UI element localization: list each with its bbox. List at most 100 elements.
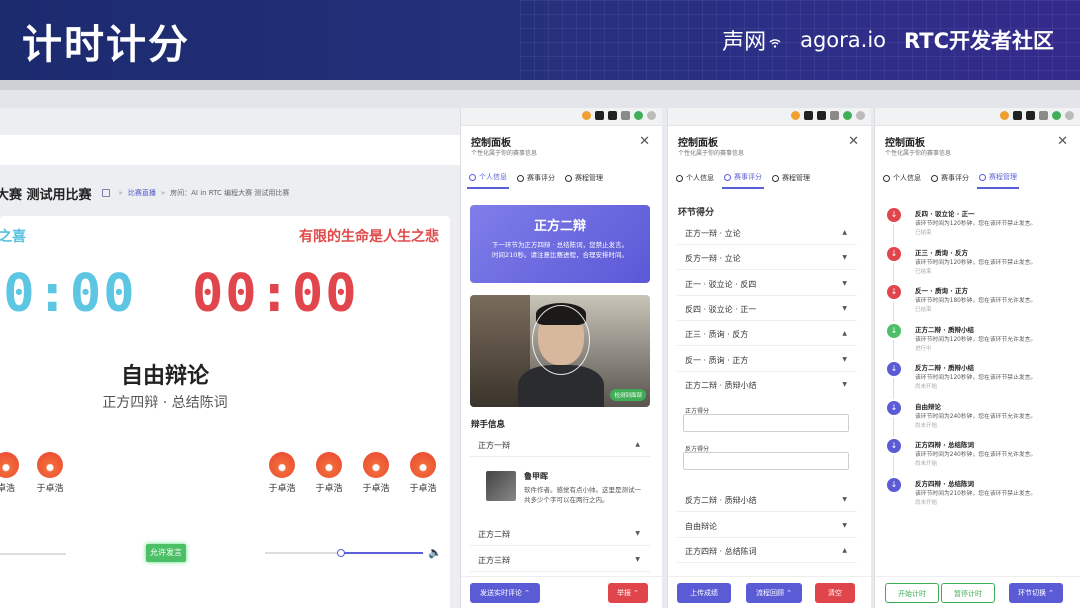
document-icon [931, 174, 938, 182]
timeline-status: 已结束 [915, 268, 932, 275]
volume-slider[interactable] [265, 549, 423, 557]
tab-scoring[interactable]: 赛事评分 [929, 168, 971, 189]
arrow-down-icon: ↓ [887, 439, 901, 453]
extension-icon[interactable] [634, 111, 643, 120]
avatar-icon [316, 452, 342, 478]
volume-icon[interactable]: 🔈 [428, 546, 442, 559]
report-button[interactable]: 举报 ⌃ [608, 583, 648, 603]
pause-timer-button[interactable]: 暂停计时 [941, 583, 995, 603]
profile-icon[interactable] [1065, 111, 1074, 120]
debater-accordion[interactable]: 正方二辩 ▼ [470, 522, 650, 546]
stage-row[interactable]: 正方一辩 · 立论 ▲ [677, 221, 857, 245]
extension-icon[interactable] [608, 111, 617, 120]
role-card: 正方二辩 下一环节为正方四辩 · 总结陈词，您禁止发言。时间210秒。请注意比赛… [470, 205, 650, 283]
timeline-item[interactable]: ↓ 自由辩论 该环节时间为240秒钟，您在该环节允许发言。 尚未开始 [887, 400, 1073, 439]
extension-icon[interactable] [843, 111, 852, 120]
timeline-connector [893, 224, 894, 245]
extension-icon[interactable] [830, 111, 839, 120]
close-icon[interactable]: ✕ [639, 134, 650, 149]
switch-stage-button[interactable]: 环节切换 ⌃ [1009, 583, 1063, 603]
breadcrumb: 大赛 测试用比赛 » 比赛直播 » 房间：AI in RTC 编程大赛 测试用比… [0, 178, 460, 208]
timeline-item[interactable]: ↓ 反四 · 驳立论 · 正一 该环节时间为120秒钟，您在该环节禁止发言。 已结束 [887, 208, 1073, 246]
chevron-up-icon: ▲ [842, 330, 847, 337]
tab-profile[interactable]: 个人信息 [881, 168, 923, 189]
close-icon[interactable]: ✕ [1057, 134, 1068, 149]
timeline-item[interactable]: ↓ 正方四辩 · 总结陈词 该环节时间为240秒钟，您在该环节允许发言。 尚未开始 [887, 439, 1073, 477]
timeline-status: 进行中 [915, 345, 932, 352]
stage-row[interactable]: 反一 · 质询 · 正方 ▼ [677, 348, 857, 372]
panel-tabs: 个人信息 赛事评分 赛程管理 [467, 168, 605, 189]
timeline-title: 自由辩论 [915, 402, 941, 411]
control-panel-profile: 控制面板 个性化属于你的赛事信息 ✕ 个人信息 赛事评分 赛程管理 正方二辩 下… [460, 108, 662, 608]
start-timer-button[interactable]: 开始计时 [885, 583, 939, 603]
tab-scoring[interactable]: 赛事评分 [722, 168, 764, 189]
tab-scoring[interactable]: 赛事评分 [515, 168, 557, 189]
upload-scores-button[interactable]: 上传成绩 [677, 583, 731, 603]
timeline-item[interactable]: ↓ 反一 · 质询 · 正方 该环节时间为180秒钟，您在该环节允许发言。 已结束 [887, 285, 1073, 323]
debater-accordion[interactable]: 正方三辩 ▼ [470, 548, 650, 572]
debater-bio: 软件作者。感觉有点小帅。这里是测试一共多少个字可以在两行之内。 [524, 486, 641, 504]
extension-icon[interactable] [1013, 111, 1022, 120]
timeline-item[interactable]: ↓ 正方二辩 · 质辩小结 该环节时间为120秒钟，您在该环节允许发言。 进行中 [887, 323, 1073, 362]
extension-icon[interactable] [582, 111, 591, 120]
flow-review-button[interactable]: 流程回顾 ⌃ [746, 583, 802, 603]
debater-avatar: 于卓浩 [403, 452, 443, 494]
extension-icon[interactable] [1026, 111, 1035, 120]
tab-profile[interactable]: 个人信息 [467, 168, 509, 189]
gear-icon [979, 173, 986, 181]
timer-right: 00:00 [192, 264, 359, 324]
stage-row[interactable]: 正三 · 质询 · 反方 ▲ [677, 322, 857, 346]
stage-row-expanded[interactable]: 正方二辩 · 质辩小结 ▼ [677, 373, 857, 397]
debater-avatar: 于卓浩 [356, 452, 396, 494]
chevron-down-icon: ▼ [635, 556, 640, 563]
timeline-item[interactable]: ↓ 反方二辩 · 质辩小结 该环节时间为120秒钟，您在该环节禁止发言。 尚未开始 [887, 362, 1073, 400]
extension-icon[interactable] [804, 111, 813, 120]
stage-row[interactable]: 反方二辩 · 质辩小结 ▼ [677, 488, 857, 512]
extension-icon[interactable] [1039, 111, 1048, 120]
extension-icon[interactable] [621, 111, 630, 120]
chevron-down-icon: ▼ [842, 305, 847, 312]
volume-knob[interactable] [336, 549, 345, 557]
send-comment-button[interactable]: 发送实时评论 ⌃ [470, 583, 540, 603]
profile-icon[interactable] [647, 111, 656, 120]
role-description: 下一环节为正方四辩 · 总结陈词，您禁止发言。时间210秒。请注意比赛进程，合理… [491, 241, 629, 259]
stage-row[interactable]: 正一 · 驳立论 · 反四 ▼ [677, 272, 857, 296]
extension-icon[interactable] [595, 111, 604, 120]
tab-profile[interactable]: 个人信息 [674, 168, 716, 189]
tab-schedule[interactable]: 赛程管理 [770, 168, 812, 189]
con-score-input[interactable] [683, 452, 849, 470]
tab-schedule[interactable]: 赛程管理 [563, 168, 605, 189]
role-title: 正方二辩 [533, 219, 586, 234]
debater-name: 鲁甲晖 [524, 472, 548, 481]
arrow-down-icon: ↓ [887, 285, 901, 299]
user-icon [883, 174, 890, 182]
stage-row[interactable]: 自由辩论 ▼ [677, 514, 857, 538]
chevron-up-icon: ▲ [842, 547, 847, 554]
pro-score-input[interactable] [683, 414, 849, 432]
phase-subtitle: 正方四辩 · 总结陈词 [102, 395, 228, 411]
extension-icon[interactable] [817, 111, 826, 120]
home-icon[interactable] [101, 189, 110, 197]
main-app: 大赛 测试用比赛 » 比赛直播 » 房间：AI in RTC 编程大赛 测试用比… [0, 108, 460, 608]
timeline-item[interactable]: ↓ 反方四辩 · 总结陈词 该环节时间为210秒钟，您在该环节禁止发言。 尚未开始 [887, 477, 1073, 516]
extension-icon[interactable] [1000, 111, 1009, 120]
tab-schedule[interactable]: 赛程管理 [977, 168, 1019, 189]
timeline-title: 正方二辩 · 质辩小结 [915, 325, 974, 334]
debater-accordion[interactable]: 正方一辩 ▲ [470, 433, 650, 457]
timeline-item[interactable]: ↓ 正三 · 质询 · 反方 该环节时间为120秒钟，您在该环节禁止发言。 已结束 [887, 246, 1073, 285]
stage-row[interactable]: 反四 · 驳立论 · 正一 ▼ [677, 297, 857, 321]
profile-icon[interactable] [856, 111, 865, 120]
extension-icon[interactable] [1052, 111, 1061, 120]
debater-photo [486, 471, 516, 501]
stage-row[interactable]: 反方一辩 · 立论 ▼ [677, 246, 857, 270]
banner: 计时计分 声网 agora.io RTC开发者社区 [0, 0, 1080, 80]
chevron-down-icon: ▼ [842, 280, 847, 287]
stage-row[interactable]: 正方四辩 · 总结陈词 ▲ [677, 539, 857, 563]
breadcrumb-link-live[interactable]: 比赛直播 [128, 188, 156, 198]
clear-button[interactable]: 清空 [815, 583, 855, 603]
extension-icon[interactable] [791, 111, 800, 120]
close-icon[interactable]: ✕ [848, 134, 859, 149]
browser-bar [0, 90, 1080, 108]
allow-speak-button[interactable]: 允许发言 [146, 544, 186, 562]
shengwang-logo: 声网 [722, 24, 782, 56]
